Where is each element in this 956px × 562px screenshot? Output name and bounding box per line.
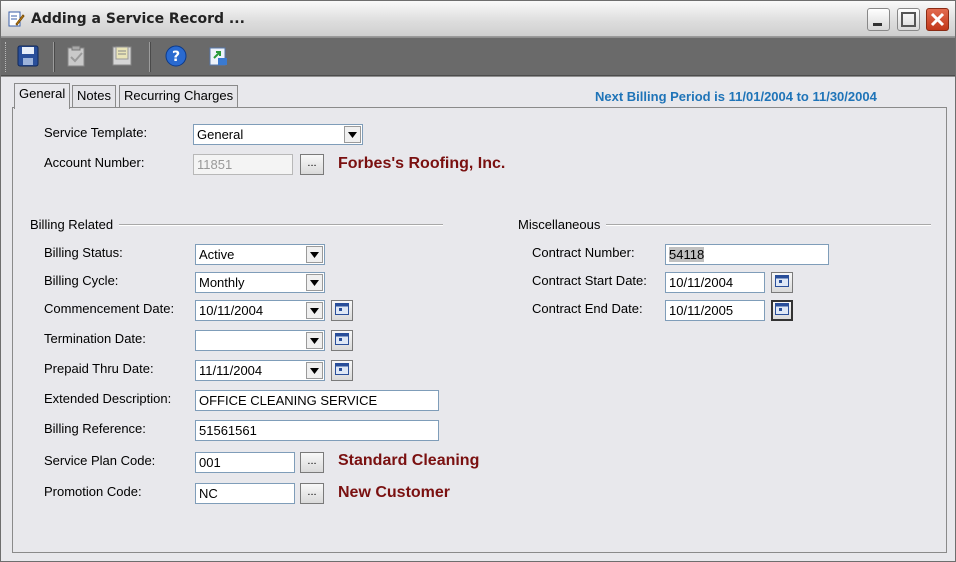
billing-status-label: Billing Status: [44, 245, 123, 260]
maximize-button[interactable] [897, 8, 920, 31]
contract-number-value: 54118 [669, 247, 705, 262]
termination-calendar-button[interactable] [331, 330, 353, 351]
tab-recurring-charges[interactable]: Recurring Charges [119, 85, 239, 107]
help-icon: ? [164, 44, 188, 71]
commencement-date-value: 10/11/2004 [199, 303, 264, 318]
service-plan-code-field[interactable]: 001 [195, 452, 295, 473]
contract-start-date-label: Contract Start Date: [532, 273, 647, 288]
billing-reference-field[interactable]: 51561561 [195, 420, 439, 441]
termination-date-picker[interactable] [195, 330, 325, 351]
extended-description-label: Extended Description: [44, 391, 172, 406]
contract-end-calendar-button[interactable] [771, 300, 793, 321]
promotion-code-field[interactable]: NC [195, 483, 295, 504]
export-button[interactable] [203, 42, 233, 72]
calendar-icon [775, 303, 789, 318]
service-plan-description: Standard Cleaning [338, 452, 480, 469]
client-area: General Notes Recurring Charges Next Bil… [1, 77, 955, 561]
chevron-down-icon[interactable] [306, 246, 323, 263]
toolbar-separator [149, 42, 151, 72]
account-browse-button[interactable]: ... [300, 154, 324, 175]
calendar-icon [335, 333, 349, 348]
contract-start-date-field[interactable]: 10/11/2004 [665, 272, 765, 293]
title-bar[interactable]: Adding a Service Record ... [1, 1, 955, 37]
commencement-date-picker[interactable]: 10/11/2004 [195, 300, 325, 321]
close-button[interactable] [926, 8, 949, 31]
billing-cycle-select[interactable]: Monthly [195, 272, 325, 293]
service-plan-browse-button[interactable]: ... [300, 452, 324, 473]
window-title: Adding a Service Record ... [31, 11, 245, 27]
commencement-date-label: Commencement Date: [44, 301, 175, 316]
calendar-icon [775, 275, 789, 290]
chevron-down-icon[interactable] [306, 302, 323, 319]
calendar-icon [335, 363, 349, 378]
save-button[interactable] [13, 42, 43, 72]
contract-end-date-label: Contract End Date: [532, 301, 643, 316]
tab-notes[interactable]: Notes [72, 85, 116, 107]
misc-group-divider [603, 224, 931, 226]
billing-group-title: Billing Related [30, 217, 120, 232]
promotion-code-label: Promotion Code: [44, 484, 142, 499]
service-template-value: General [197, 127, 244, 142]
clipboard-button[interactable] [61, 42, 91, 72]
contract-number-label: Contract Number: [532, 245, 635, 260]
chevron-down-icon[interactable] [306, 274, 323, 291]
chevron-down-icon[interactable] [306, 332, 323, 349]
chevron-down-icon[interactable] [344, 126, 361, 143]
svg-text:?: ? [172, 49, 180, 65]
toolbar-grip[interactable] [5, 42, 8, 72]
toolbar: ? [1, 38, 955, 76]
billing-reference-label: Billing Reference: [44, 421, 146, 436]
billing-status-select[interactable]: Active [195, 244, 325, 265]
misc-group-title: Miscellaneous [518, 217, 607, 232]
commencement-calendar-button[interactable] [331, 300, 353, 321]
service-record-window: Adding a Service Record ... ? General No… [0, 0, 956, 562]
prepaid-thru-date-picker[interactable]: 11/11/2004 [195, 360, 325, 381]
export-icon [206, 44, 230, 71]
calendar-icon [335, 303, 349, 318]
extended-description-field[interactable]: OFFICE CLEANING SERVICE [195, 390, 439, 411]
contract-end-date-field[interactable]: 10/11/2005 [665, 300, 765, 321]
prepaid-thru-date-label: Prepaid Thru Date: [44, 361, 154, 376]
prepaid-thru-date-value: 11/11/2004 [199, 363, 263, 378]
service-template-label: Service Template: [44, 125, 148, 140]
billing-status-value: Active [199, 247, 235, 262]
chevron-down-icon[interactable] [306, 362, 323, 379]
notes-icon [110, 44, 134, 71]
save-icon [16, 44, 40, 71]
account-number-field[interactable]: 11851 [193, 154, 293, 175]
promotion-browse-button[interactable]: ... [300, 483, 324, 504]
billing-cycle-value: Monthly [199, 275, 245, 290]
contract-number-field[interactable]: 54118 [665, 244, 829, 265]
prepaid-calendar-button[interactable] [331, 360, 353, 381]
contract-start-calendar-button[interactable] [771, 272, 793, 293]
tab-general[interactable]: General [14, 83, 71, 109]
clipboard-icon [64, 44, 88, 71]
account-name: Forbes's Roofing, Inc. [338, 155, 506, 172]
billing-group-divider [93, 224, 443, 226]
general-tab-panel: Service Template: General Account Number… [12, 107, 947, 553]
next-billing-period: Next Billing Period is 11/01/2004 to 11/… [595, 89, 877, 104]
billing-cycle-label: Billing Cycle: [44, 273, 119, 288]
service-template-select[interactable]: General [193, 124, 363, 145]
toolbar-separator [53, 42, 55, 72]
minimize-button[interactable] [867, 8, 890, 31]
notes-button[interactable] [107, 42, 137, 72]
edit-document-icon [7, 10, 25, 28]
promotion-description: New Customer [338, 484, 451, 501]
account-number-label: Account Number: [44, 155, 145, 170]
service-plan-code-label: Service Plan Code: [44, 453, 156, 468]
help-button[interactable]: ? [161, 42, 191, 72]
termination-date-label: Termination Date: [44, 331, 146, 346]
